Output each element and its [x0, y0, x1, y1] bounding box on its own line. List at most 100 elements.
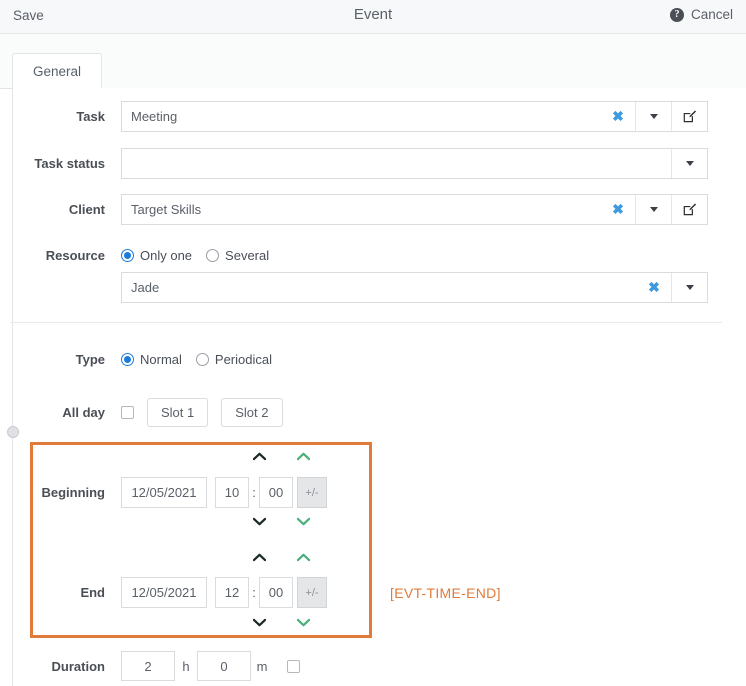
chevron-down-icon: [686, 161, 694, 166]
beginning-hours-input[interactable]: 10: [215, 477, 249, 508]
type-option-label: Normal: [140, 352, 182, 367]
client-edit-button[interactable]: [671, 195, 707, 224]
cancel-button[interactable]: Cancel: [691, 7, 733, 22]
resource-radio-only-one[interactable]: Only one: [121, 248, 192, 263]
type-radio-periodical[interactable]: Periodical: [196, 352, 272, 367]
tab-general[interactable]: General: [12, 53, 102, 91]
resource-option-label: Only one: [140, 248, 192, 263]
beginning-date-input[interactable]: 12/05/2021: [121, 477, 207, 508]
chevron-up-icon: [297, 452, 310, 461]
field-row-client: Client Target Skills ✖: [0, 194, 708, 225]
duration-minutes-unit: m: [251, 659, 273, 674]
panel-resize-handle[interactable]: [7, 426, 19, 438]
resource-radio-several[interactable]: Several: [206, 248, 269, 263]
end-label: End: [0, 585, 121, 600]
beginning-hours-increment[interactable]: [253, 452, 266, 461]
field-row-duration: Duration 2 h 0 m: [0, 651, 300, 681]
beginning-minutes-decrement[interactable]: [297, 517, 310, 526]
end-controls: 12/05/2021 12 : 00 +/-: [121, 577, 327, 608]
resource-clear-icon[interactable]: ✖: [637, 273, 671, 302]
beginning-controls: 12/05/2021 10 : 00 +/-: [121, 477, 327, 508]
section-divider: [10, 322, 722, 323]
window-header: Save Event ? Cancel: [0, 0, 746, 34]
chevron-down-icon: [650, 114, 658, 119]
end-minutes-input[interactable]: 00: [259, 577, 293, 608]
tab-strip: General: [0, 34, 746, 89]
end-plusminus-button[interactable]: +/-: [297, 577, 327, 608]
type-radio-normal[interactable]: Normal: [121, 352, 182, 367]
resource-option-label: Several: [225, 248, 269, 263]
resource-field[interactable]: Jade ✖: [121, 272, 708, 303]
beginning-hours-decrement[interactable]: [253, 517, 266, 526]
client-field[interactable]: Target Skills ✖: [121, 194, 708, 225]
type-option-label: Periodical: [215, 352, 272, 367]
chevron-down-icon: [650, 207, 658, 212]
beginning-minutes-input[interactable]: 00: [259, 477, 293, 508]
client-dropdown-button[interactable]: [635, 195, 671, 224]
duration-checkbox[interactable]: [287, 660, 300, 673]
chevron-down-icon: [253, 618, 266, 627]
type-radio-group: Normal Periodical: [121, 352, 272, 367]
end-date-input[interactable]: 12/05/2021: [121, 577, 207, 608]
slot-2-button[interactable]: Slot 2: [221, 398, 282, 427]
task-input[interactable]: Meeting: [122, 102, 601, 131]
end-time-separator: :: [249, 585, 259, 600]
header-right-actions: ? Cancel: [670, 7, 733, 22]
all-day-checkbox[interactable]: [121, 406, 134, 419]
header-partial-text: [330, 0, 400, 1]
task-status-field[interactable]: [121, 148, 708, 179]
end-hours-input[interactable]: 12: [215, 577, 249, 608]
task-clear-icon[interactable]: ✖: [601, 102, 635, 131]
all-day-controls: Slot 1 Slot 2: [121, 398, 283, 427]
duration-controls: 2 h 0 m: [121, 651, 300, 681]
resource-input[interactable]: Jade: [122, 273, 637, 302]
chevron-up-icon: [253, 452, 266, 461]
page-title: Event: [0, 6, 746, 23]
beginning-label: Beginning: [0, 485, 121, 500]
radio-unselected-icon: [206, 249, 219, 262]
client-label: Client: [0, 202, 121, 217]
all-day-label: All day: [0, 405, 121, 420]
field-row-task: Task Meeting ✖: [0, 101, 708, 132]
chevron-down-icon: [297, 618, 310, 627]
annotation-label: [EVT-TIME-END]: [390, 585, 501, 601]
type-label: Type: [0, 352, 121, 367]
task-status-input[interactable]: [122, 149, 671, 178]
chevron-down-icon: [253, 517, 266, 526]
radio-selected-icon: [121, 249, 134, 262]
end-minutes-increment[interactable]: [297, 553, 310, 562]
end-hours-increment[interactable]: [253, 553, 266, 562]
beginning-plusminus-button[interactable]: +/-: [297, 477, 327, 508]
duration-hours-input[interactable]: 2: [121, 651, 175, 681]
end-hours-decrement[interactable]: [253, 618, 266, 627]
client-clear-icon[interactable]: ✖: [601, 195, 635, 224]
radio-unselected-icon: [196, 353, 209, 366]
task-dropdown-button[interactable]: [635, 102, 671, 131]
end-minutes-decrement[interactable]: [297, 618, 310, 627]
radio-selected-icon: [121, 353, 134, 366]
client-input[interactable]: Target Skills: [122, 195, 601, 224]
field-row-resource-value: Jade ✖: [0, 272, 708, 303]
help-icon[interactable]: ?: [670, 8, 684, 22]
field-row-task-status: Task status: [0, 148, 708, 179]
resource-radio-group: Only one Several: [121, 248, 269, 263]
field-row-beginning: Beginning 12/05/2021 10 : 00 +/-: [0, 477, 327, 508]
beginning-time-separator: :: [249, 485, 259, 500]
beginning-minutes-increment[interactable]: [297, 452, 310, 461]
task-field[interactable]: Meeting ✖: [121, 101, 708, 132]
field-row-all-day: All day Slot 1 Slot 2: [0, 398, 283, 427]
resource-label: Resource: [0, 248, 121, 263]
chevron-up-icon: [253, 553, 266, 562]
task-status-label: Task status: [0, 156, 121, 171]
chevron-down-icon: [686, 285, 694, 290]
duration-minutes-input[interactable]: 0: [197, 651, 251, 681]
task-label: Task: [0, 109, 121, 124]
field-row-end: End 12/05/2021 12 : 00 +/-: [0, 577, 327, 608]
resource-dropdown-button[interactable]: [671, 273, 707, 302]
field-row-resource: Resource Only one Several: [0, 248, 269, 263]
slot-1-button[interactable]: Slot 1: [147, 398, 208, 427]
task-status-dropdown-button[interactable]: [671, 149, 707, 178]
chevron-down-icon: [297, 517, 310, 526]
task-edit-button[interactable]: [671, 102, 707, 131]
duration-label: Duration: [0, 659, 121, 674]
